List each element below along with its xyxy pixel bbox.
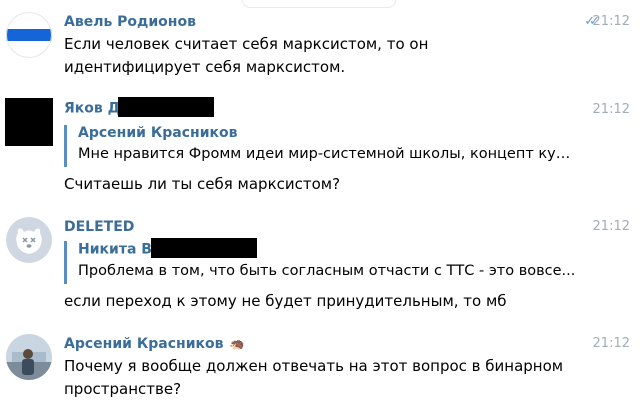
author-name-text: Арсений Красников — [64, 336, 224, 352]
author-name-text: Яков Д — [64, 100, 121, 117]
message-text: Почему я вообще должен отвечать на этот … — [64, 357, 564, 398]
reply-author: Никита В — [78, 238, 584, 258]
message-2: Яков Д 21:12 Арсений Красников Мне нрави… — [0, 90, 640, 205]
avatar-deleted[interactable] — [6, 217, 52, 263]
message-text: Считаешь ли ты себя марксистом? — [64, 175, 341, 193]
reply-text: Проблема в том, что быть согласным отчас… — [78, 263, 576, 279]
redaction-block — [118, 97, 215, 117]
reply-author: Арсений Красников — [78, 125, 238, 141]
message-text: если переход к этому не будет принудител… — [64, 292, 507, 310]
message-time[interactable]: 21:12 — [593, 336, 630, 352]
user-photo-avatar-image — [6, 334, 52, 380]
deleted-dog-icon — [6, 217, 52, 263]
reply-quote[interactable]: Арсений Красников Мне нравится Фромм иде… — [64, 125, 584, 167]
reply-author-text: Никита В — [78, 241, 152, 258]
author-name[interactable]: Яков Д — [64, 97, 215, 117]
avatar-redacted[interactable] — [5, 98, 53, 146]
message-time[interactable]: 21:12 — [593, 14, 630, 30]
reply-text: Мне нравится Фромм идеи мир-системной шк… — [78, 146, 578, 162]
message-text: Если человек считает себя марксистом, то… — [64, 35, 429, 76]
message-4: Арсений Красников 🦔 21:12 Почему я вообще… — [0, 320, 640, 412]
author-name[interactable]: Арсений Красников 🦔 — [64, 336, 244, 352]
message-time[interactable]: 21:12 — [593, 219, 630, 235]
redaction-block — [150, 238, 257, 258]
author-name[interactable]: Авель Родионов — [64, 14, 196, 30]
avatar[interactable] — [6, 12, 52, 58]
message-1: Авель Родионов ✓✓ 21:12 Если человек счи… — [0, 0, 640, 90]
author-name[interactable]: DELETED — [64, 219, 134, 235]
avatar[interactable] — [6, 334, 52, 380]
reply-quote[interactable]: Никита В Проблема в том, что быть соглас… — [64, 238, 584, 284]
message-time[interactable]: 21:12 — [593, 102, 630, 118]
hedgehog-emoji-icon: 🦔 — [229, 337, 245, 351]
flag-avatar-image — [6, 12, 52, 58]
message-3: DELETED 21:12 Никита В Проблема в том, ч… — [0, 205, 640, 320]
